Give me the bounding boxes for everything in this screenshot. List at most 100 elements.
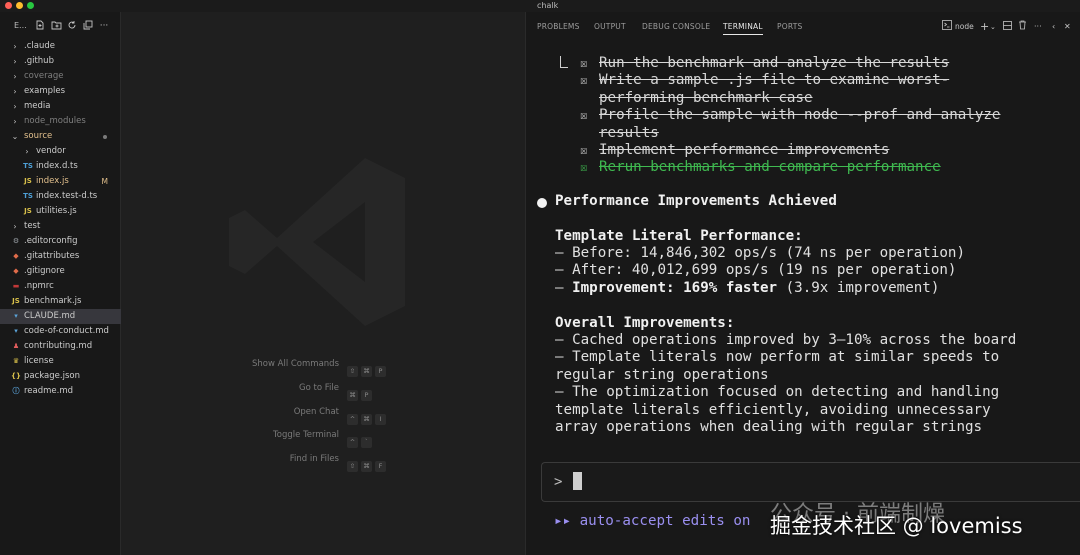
explorer-item[interactable]: ◆ .gitattributes	[0, 249, 121, 264]
explorer-item[interactable]: JS benchmark.js	[0, 294, 121, 309]
terminal-output[interactable]: ☒ Run the benchmark and analyze the resul…	[526, 42, 1080, 555]
keycap: ⌘	[361, 366, 372, 377]
terminal-toolbar: node + ⌄ ··· ‹ ✕	[942, 20, 1072, 34]
tab-output[interactable]: OUTPUT	[594, 22, 626, 31]
new-folder-icon[interactable]	[50, 20, 62, 32]
window-title: chalk	[537, 1, 559, 10]
explorer-item-label: CLAUDE.md	[24, 311, 76, 321]
split-terminal-icon[interactable]	[1003, 20, 1012, 34]
shortcut-hint: Find in Files	[121, 452, 339, 466]
explorer-item-label: node_modules	[24, 116, 86, 126]
shortcut-hint: Go to File	[121, 381, 339, 395]
explorer-item-label: index.test-d.ts	[36, 191, 98, 201]
explorer-item-label: .npmrc	[24, 281, 54, 291]
explorer-item[interactable]: ♟ contributing.md	[0, 339, 121, 354]
refresh-icon[interactable]	[66, 20, 78, 32]
license-file-icon: ♛	[12, 357, 20, 365]
chevron-down-icon[interactable]: ⌄	[990, 20, 996, 34]
todo-item-text: results	[599, 124, 659, 141]
improvement-metric: – Improvement: 169% faster (3.9x improve…	[555, 280, 939, 297]
shortcut-hint-label: Toggle Terminal	[273, 430, 339, 441]
tab-debug-console[interactable]: DEBUG CONSOLE	[642, 22, 710, 31]
explorer-item[interactable]: {} package.json	[0, 369, 121, 384]
explorer-item[interactable]: › coverage	[0, 69, 121, 84]
explorer-item[interactable]: › media	[0, 99, 121, 114]
explorer-item[interactable]: ▾ CLAUDE.md	[0, 309, 121, 324]
explorer-item[interactable]: TS index.test-d.ts	[0, 189, 121, 204]
overall-improvement-line: – Template literals now perform at simil…	[555, 349, 1000, 366]
explorer-item[interactable]: JS index.js M	[0, 174, 121, 189]
explorer-item[interactable]: ◆ .gitignore	[0, 264, 121, 279]
improvement-prefix: –	[555, 280, 573, 296]
overall-improvement-line: array operations when dealing with regul…	[555, 419, 983, 435]
explorer-item[interactable]: JS utilities.js	[0, 204, 121, 219]
explorer-item-label: examples	[24, 86, 66, 96]
keycap: ^	[347, 413, 358, 425]
explorer-item[interactable]: ▾ code-of-conduct.md	[0, 324, 121, 339]
more-actions-icon[interactable]: ···	[98, 20, 110, 32]
explorer-item[interactable]: ⚙ .editorconfig	[0, 234, 121, 249]
explorer-item[interactable]: › .claude	[0, 39, 121, 54]
zoom-window-button[interactable]	[27, 2, 34, 9]
explorer-item[interactable]: › vendor	[0, 144, 121, 159]
overall-improvement-line: – Cached operations improved by 3–10% ac…	[555, 332, 1017, 348]
shortcut-hint: Toggle Terminal	[121, 428, 339, 442]
explorer-item[interactable]: ♛ license	[0, 354, 121, 369]
tab-terminal[interactable]: TERMINAL	[723, 22, 763, 35]
explorer-item[interactable]: TS index.d.ts	[0, 159, 121, 174]
tab-ports[interactable]: PORTS	[777, 22, 802, 31]
explorer-item[interactable]: ▬ .npmrc	[0, 279, 121, 294]
explorer-item[interactable]: ⌄ source	[0, 129, 121, 144]
auto-accept-mode-indicator[interactable]: ▸▸ auto-accept edits on	[554, 513, 750, 529]
explorer-item[interactable]: › .github	[0, 54, 121, 69]
checkbox-checked-icon: ☒	[580, 143, 588, 157]
section-title-overall: Overall Improvements:	[555, 315, 735, 331]
shortcut-keys: ^ ⌘ I	[347, 406, 389, 425]
chevron-right-icon: ›	[13, 57, 17, 66]
tab-problems[interactable]: PROBLEMS	[537, 22, 580, 31]
explorer-item[interactable]: › examples	[0, 84, 121, 99]
shortcut-hint-label: Go to File	[299, 382, 339, 393]
collapse-all-icon[interactable]	[82, 20, 94, 32]
todo-item-text: Implement performance improvements	[599, 142, 890, 158]
explorer-item[interactable]: › node_modules	[0, 114, 121, 129]
section-title-template-literal: Template Literal Performance:	[555, 228, 803, 244]
more-actions-icon[interactable]: ···	[1034, 20, 1042, 34]
keycap: ⇧	[347, 461, 358, 473]
juejin-watermark: 掘金技术社区 @ lovemiss	[770, 514, 1023, 538]
explorer-item-label: index.d.ts	[36, 161, 78, 171]
close-window-button[interactable]	[5, 2, 12, 9]
chevron-left-icon[interactable]: ‹	[1052, 20, 1055, 34]
keycap: ⌘	[347, 389, 358, 401]
shortcut-hint: Show All Commands	[121, 357, 339, 371]
editor-area[interactable]: Show All Commands ⇧ ⌘ P Go to File ⌘ P Open Cha…	[121, 12, 525, 555]
close-icon[interactable]: ✕	[1064, 20, 1071, 34]
git-file-icon: ◆	[13, 252, 19, 260]
new-file-icon[interactable]	[34, 20, 46, 32]
chevron-right-icon: ›	[13, 102, 17, 111]
git-file-icon: ◆	[13, 267, 19, 275]
keycap: ⇧	[347, 366, 358, 377]
json-file-icon: {}	[11, 372, 21, 380]
keycap: P	[375, 366, 386, 377]
minimize-window-button[interactable]	[16, 2, 23, 9]
keycap: `	[361, 437, 372, 449]
overall-improvement-line: – The optimization focused on detecting …	[555, 384, 1000, 401]
shortcut-keys: ⌘ P	[347, 382, 375, 401]
shortcut-keys: ^ `	[347, 429, 375, 449]
md-file-icon: ▾	[14, 312, 18, 320]
shortcut-hint-label: Find in Files	[289, 454, 339, 465]
trash-icon[interactable]	[1018, 20, 1027, 34]
explorer-item[interactable]: ⓘ readme.md	[0, 384, 121, 399]
keycap: P	[361, 389, 372, 401]
explorer-item-label: contributing.md	[24, 341, 93, 351]
chevron-right-icon: ›	[13, 222, 17, 231]
shortcut-hint-label: Open Chat	[293, 406, 339, 417]
explorer-item[interactable]: › test	[0, 219, 121, 234]
terminal-name[interactable]: node	[955, 20, 974, 34]
new-terminal-icon[interactable]: +	[980, 20, 989, 34]
keycap: I	[375, 413, 386, 425]
explorer-item-label: vendor	[36, 146, 66, 156]
shortcut-keys: ⇧ ⌘ P	[347, 358, 389, 377]
todo-item-text: Profile the sample with node --prof and …	[599, 107, 1001, 124]
